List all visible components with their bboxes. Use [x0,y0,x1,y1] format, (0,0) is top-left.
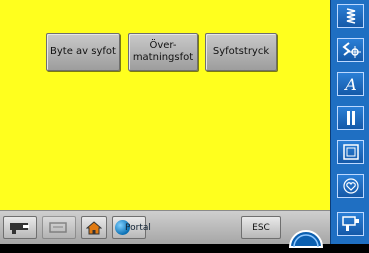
alphabet-icon: A [342,75,360,93]
quilt-square-icon [342,143,360,161]
sewing-machine-screen: Byte av syfot Över- matningsfot Syfotstr… [0,0,369,248]
sidebar-item-stitch-alter[interactable] [337,38,364,62]
sidebar-item-decorative[interactable] [337,174,364,198]
machine-settings-icon [8,221,32,235]
presser-foot-change-label: Byte av syfot [50,46,116,57]
buttonhole-icon [342,109,360,127]
tutorial-icon [47,221,71,235]
presser-foot-change-button[interactable]: Byte av syfot [46,33,120,71]
stitch-select-icon [342,7,360,25]
portal-button[interactable]: Portal [112,216,151,239]
overlock-foot-label: Över- matningsfot [132,40,194,63]
sidebar-item-stitch-select[interactable] [337,4,364,28]
main-panel: Byte av syfot Över- matningsfot Syfotstr… [0,0,330,210]
right-sidebar: A [330,0,369,244]
stitch-alter-icon [341,41,361,59]
heart-icon [342,177,360,195]
overlock-foot-button[interactable]: Över- matningsfot [128,33,198,71]
sidebar-item-quilt[interactable] [337,140,364,164]
esc-label: ESC [252,222,270,233]
tutorial-button[interactable] [42,216,76,239]
bottom-toolbar: Portal ESC [0,210,330,248]
sidebar-item-buttonhole[interactable] [337,106,364,130]
needle-down-icon [341,215,361,233]
machine-settings-button[interactable] [3,216,37,239]
home-button[interactable] [81,216,107,239]
sidebar-item-alphabet[interactable]: A [337,72,364,96]
stitch-width-knob-icon[interactable] [287,217,325,253]
presser-foot-pressure-label: Syfotstryck [212,46,270,57]
home-icon [86,220,102,235]
presser-foot-pressure-button[interactable]: Syfotstryck [205,33,277,71]
svg-text:A: A [343,75,357,93]
portal-label: Portal [125,222,151,233]
sidebar-item-needle[interactable] [337,212,364,236]
esc-button[interactable]: ESC [241,216,281,239]
